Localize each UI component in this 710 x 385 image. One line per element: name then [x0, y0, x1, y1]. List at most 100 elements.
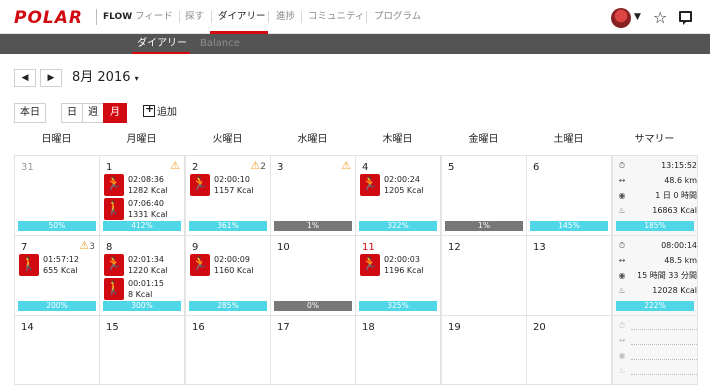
chevron-down-icon[interactable]: ▼ [634, 12, 641, 22]
calendar-day-cell[interactable]: 3 ⚠ 1% [270, 155, 356, 236]
warning-badge[interactable]: ⚠ [170, 160, 180, 173]
training-session[interactable]: 🏃 02:00:10 1157 Kcal [190, 174, 270, 198]
nav-progress[interactable]: 進捗 [276, 8, 295, 26]
recovery-icon: ◉ [618, 191, 626, 200]
calendar-day-cell[interactable]: 12 [441, 235, 527, 316]
summary-distance: ↔ 48.6 km [617, 175, 697, 187]
activity-goal-bar: 1% [274, 221, 352, 231]
summary-placeholder-line [631, 359, 697, 360]
calendar-day-cell[interactable]: 6 145% [526, 155, 612, 236]
day-number: 5 [448, 162, 455, 173]
summary-placeholder-line [631, 329, 697, 330]
session-duration: 02:00:03 [384, 255, 420, 264]
activity-goal-bar: 412% [103, 221, 181, 231]
weekday-header: 木曜日 [382, 134, 413, 145]
day-number: 17 [277, 322, 290, 333]
calendar-day-cell[interactable]: 4 🏃 02:00:24 1205 Kcal 322% [355, 155, 441, 236]
summary-time: ⏱ 08:00:14 [617, 240, 697, 252]
summary-recovery: ◉ 1 日 0 時間 [617, 190, 698, 202]
session-calories: 655 Kcal [43, 266, 78, 275]
calendar-day-cell[interactable]: 19 [441, 315, 527, 385]
activity-goal-bar: 325% [359, 301, 437, 311]
calendar-day-cell[interactable]: 10 0% [270, 235, 356, 316]
summary-kcal: ♨ 16863 Kcal [617, 205, 697, 217]
activity-goal-bar: 285% [189, 301, 267, 311]
activity-goal-bar: 361% [189, 221, 267, 231]
nav-diary[interactable]: ダイアリー [218, 8, 266, 26]
session-calories: 1220 Kcal [128, 266, 168, 275]
summary-value: 16863 Kcal [652, 206, 697, 215]
calendar-day-cell[interactable]: 1 ⚠ 🏃 02:08:36 1282 Kcal 🚶 07:06:40 1331 Kcal 41… [99, 155, 185, 236]
training-session[interactable]: 🚶 00:01:15 8 Kcal [104, 278, 184, 302]
calendar-day-cell[interactable]: 15 [99, 315, 185, 385]
chevron-down-icon: ▾ [134, 74, 139, 83]
week-summary[interactable]: ⏱ 08:00:14 ↔ 48.5 km ◉ 15 時間 33 分間 ♨ 12028 Kcal… [612, 235, 698, 316]
training-session[interactable]: 🏃 02:01:34 1220 Kcal [104, 254, 184, 278]
week-summary[interactable]: ⏱ 13:15:52 ↔ 48.6 km ◉ 1 日 0 時間 ♨ 16863 Kcal 185… [612, 155, 698, 236]
calories-icon: ♨ [618, 206, 626, 215]
subnav-diary[interactable]: ダイアリー [137, 37, 187, 51]
summary-value: 13:15:52 [661, 161, 697, 170]
view-month-button[interactable]: 月 [103, 103, 127, 123]
subnav-balance[interactable]: Balance [200, 37, 240, 51]
training-session[interactable]: 🏃 02:00:24 1205 Kcal [360, 174, 440, 198]
training-session[interactable]: 🏃 02:00:03 1196 Kcal [360, 254, 440, 278]
calendar-day-cell[interactable]: 16 [185, 315, 271, 385]
calendar-day-cell[interactable]: 20 [526, 315, 612, 385]
warning-badge[interactable]: ⚠3 [79, 240, 95, 253]
session-details: 02:00:09 1160 Kcal [214, 254, 254, 276]
session-details: 02:01:34 1220 Kcal [128, 254, 168, 276]
running-icon: 🏃 [360, 174, 380, 196]
stopwatch-icon: ⏱ [618, 241, 626, 250]
session-details: 02:00:10 1157 Kcal [214, 174, 254, 196]
session-details: 07:06:40 1331 Kcal [128, 198, 168, 220]
previous-month-button[interactable]: ◀ [14, 69, 36, 87]
today-button[interactable]: 本日 [14, 103, 46, 123]
warning-badge[interactable]: ⚠2 [250, 160, 266, 173]
calendar-day-cell[interactable]: 31 50% [14, 155, 100, 236]
training-session[interactable]: 🏃 02:08:36 1282 Kcal [104, 174, 184, 198]
avatar[interactable] [611, 8, 631, 28]
calendar-day-cell[interactable]: 2 ⚠2 🏃 02:00:10 1157 Kcal 361% [185, 155, 271, 236]
nav-feed[interactable]: フィード [135, 8, 173, 26]
stopwatch-icon: ⏱ [618, 321, 626, 330]
polar-logo[interactable]: POLAR [14, 8, 83, 28]
calendar-day-cell[interactable]: 8 🏃 02:01:34 1220 Kcal 🚶 00:01:15 8 Kcal 300% [99, 235, 185, 316]
calendar-day-cell[interactable]: 13 [526, 235, 612, 316]
session-calories: 1205 Kcal [384, 186, 424, 195]
view-day-button[interactable]: 日 [61, 103, 83, 123]
running-icon: 🏃 [360, 254, 380, 276]
nav-explore[interactable]: 探す [185, 8, 204, 26]
week-summary[interactable]: ⏱ ↔ ◉ ♨ [612, 315, 698, 385]
recovery-icon: ◉ [618, 271, 626, 280]
star-icon[interactable]: ☆ [653, 8, 667, 27]
distance-icon: ↔ [618, 176, 626, 185]
nav-programs[interactable]: プログラム [374, 8, 421, 26]
calendar-day-cell[interactable]: 9 🏃 02:00:09 1160 Kcal 285% [185, 235, 271, 316]
session-calories: 1282 Kcal [128, 186, 168, 195]
session-calories: 1157 Kcal [214, 186, 254, 195]
day-number: 16 [192, 322, 205, 333]
warning-triangle-icon: ⚠ [170, 159, 180, 172]
message-icon[interactable] [679, 11, 692, 25]
month-selector[interactable]: 8月 2016 ▾ [72, 69, 139, 88]
distance-icon: ↔ [618, 336, 626, 345]
training-session[interactable]: 🏃 02:00:09 1160 Kcal [190, 254, 270, 278]
activity-goal-bar: 200% [18, 301, 96, 311]
calendar-day-cell[interactable]: 11 🏃 02:00:03 1196 Kcal 325% [355, 235, 441, 316]
training-session[interactable]: 🚶 07:06:40 1331 Kcal [104, 198, 184, 222]
calendar-day-cell[interactable]: 7 ⚠3 🚶 01:57:12 655 Kcal 200% [14, 235, 100, 316]
warning-badge[interactable]: ⚠ [341, 160, 351, 173]
training-session[interactable]: 🚶 01:57:12 655 Kcal [19, 254, 99, 278]
view-week-button[interactable]: 週 [82, 103, 104, 123]
calendar-day-cell[interactable]: 14 [14, 315, 100, 385]
calendar-day-cell[interactable]: 17 [270, 315, 356, 385]
day-number: 2 [192, 162, 199, 173]
calendar-day-cell[interactable]: 18 [355, 315, 441, 385]
calendar-day-cell[interactable]: 5 1% [441, 155, 527, 236]
nav-community[interactable]: コミュニティ [308, 8, 364, 26]
next-month-button[interactable]: ▶ [40, 69, 62, 87]
add-button[interactable]: 追加 [143, 102, 177, 123]
running-icon: 🏃 [104, 174, 124, 196]
day-number: 3 [277, 162, 284, 173]
